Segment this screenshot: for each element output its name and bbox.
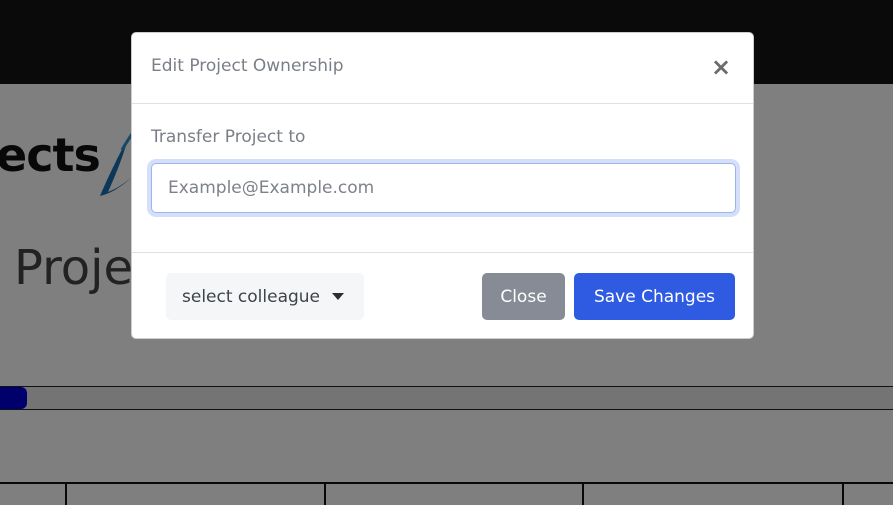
modal-header: Edit Project Ownership × [132,33,753,104]
edit-ownership-modal: Edit Project Ownership × Transfer Projec… [131,32,754,339]
modal-title: Edit Project Ownership [151,56,344,76]
email-field[interactable] [151,163,736,213]
modal-body: Transfer Project to [132,104,753,252]
transfer-field-label: Transfer Project to [151,127,306,147]
close-icon[interactable]: × [709,53,733,81]
modal-footer: select colleague Close Save Changes [132,252,753,339]
caret-down-icon [332,293,345,300]
close-button[interactable]: Close [482,273,565,320]
select-colleague-label: select colleague [182,286,321,307]
select-colleague-dropdown[interactable]: select colleague [166,273,364,320]
save-changes-button[interactable]: Save Changes [574,273,735,320]
page: ects Proje Edit Project Ownership × Tran… [0,0,893,505]
